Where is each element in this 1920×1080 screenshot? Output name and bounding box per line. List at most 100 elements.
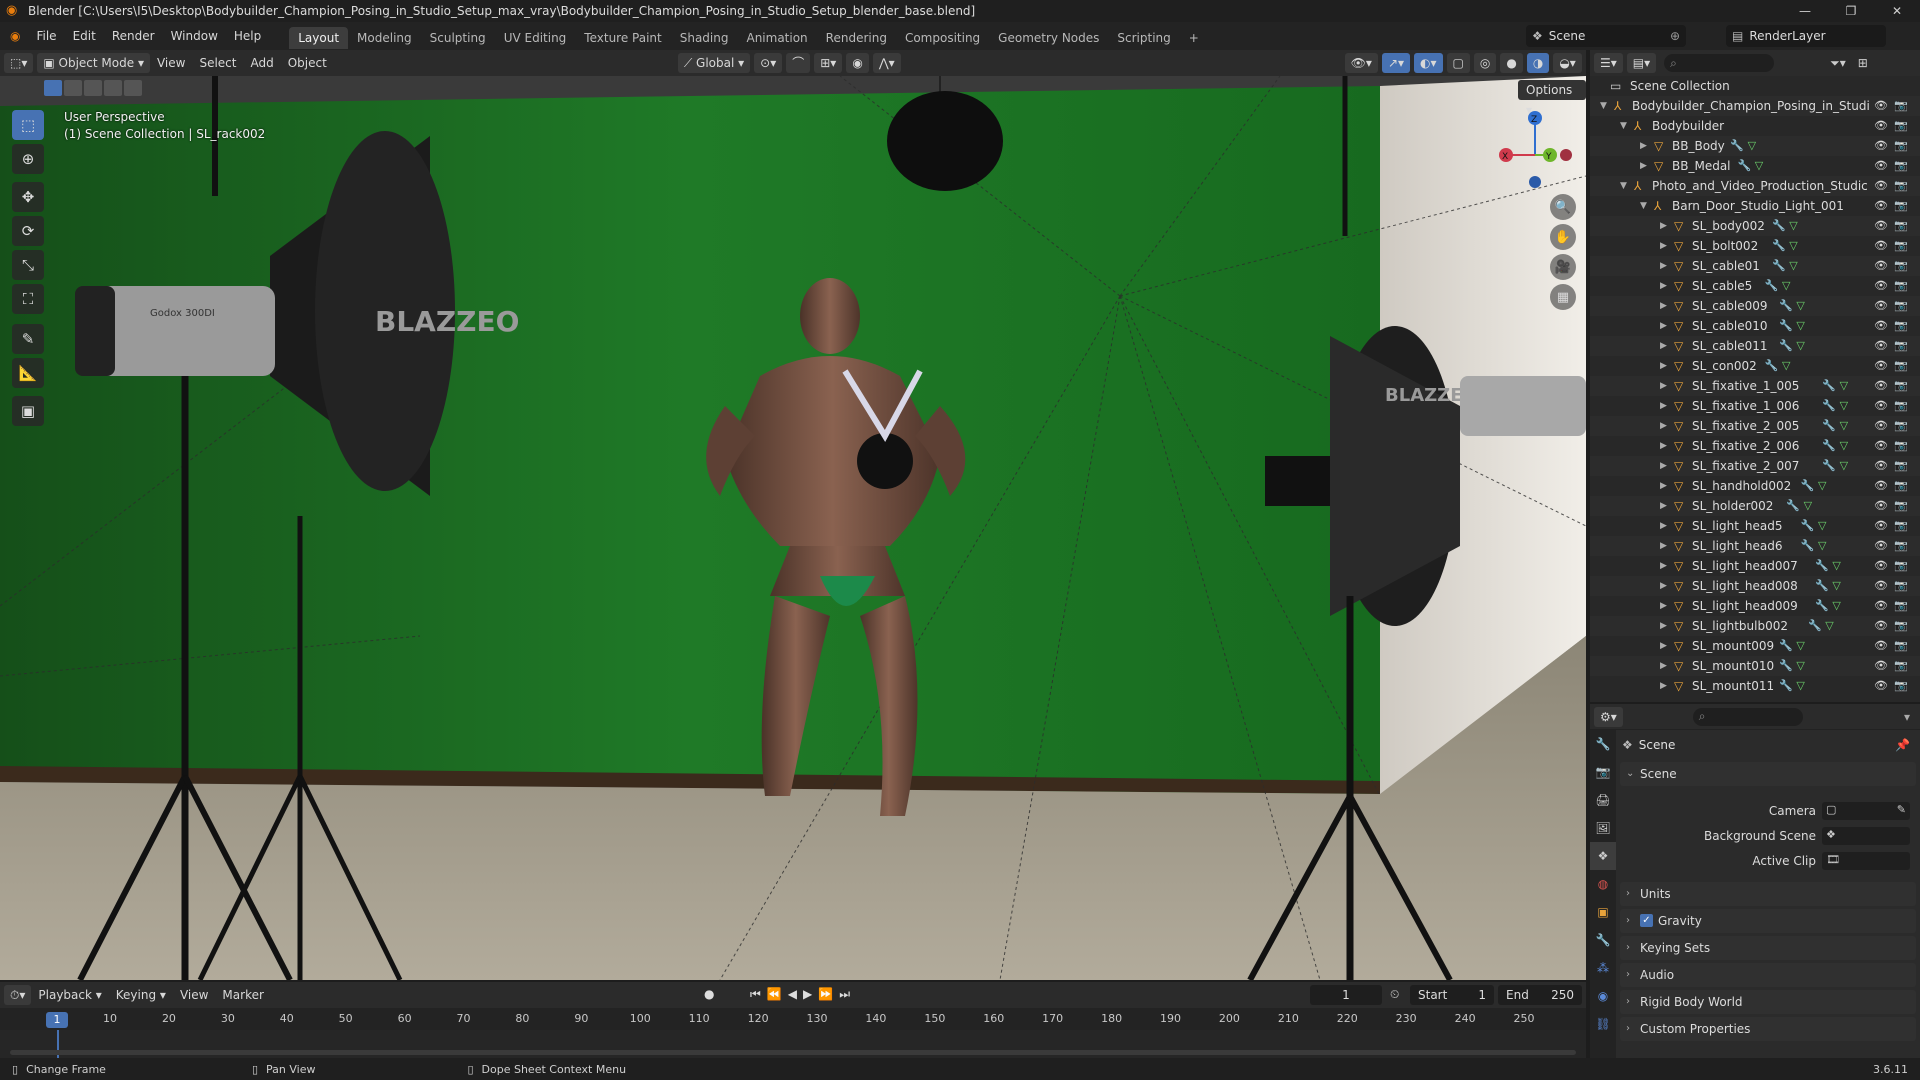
outliner-item[interactable]: ▶ ▽ SL_con002 🔧 ▽ 👁 📷: [1590, 356, 1920, 376]
properties-options-icon[interactable]: ▾: [1904, 710, 1910, 724]
falloff-icon[interactable]: ⋀▾: [872, 53, 901, 73]
expand-arrow-icon[interactable]: ▶: [1660, 496, 1667, 516]
tab-animation[interactable]: Animation: [737, 27, 816, 49]
tab-rendering[interactable]: Rendering: [817, 27, 896, 49]
modifier-wrench-icon[interactable]: 🔧: [1822, 439, 1836, 452]
render-visibility-icon[interactable]: 📷: [1894, 156, 1908, 176]
display-mode-icon[interactable]: ▤▾: [1626, 53, 1657, 73]
scale-tool-icon[interactable]: ⤡: [12, 250, 44, 280]
render-visibility-icon[interactable]: 📷: [1894, 516, 1908, 536]
play-icon[interactable]: ▶: [803, 987, 818, 1001]
constraints-tab-icon[interactable]: ⛓: [1590, 1010, 1616, 1038]
expand-arrow-icon[interactable]: ▶: [1660, 336, 1667, 356]
modifier-wrench-icon[interactable]: 🔧: [1822, 379, 1836, 392]
maximize-icon[interactable]: ❐: [1828, 0, 1874, 22]
modifier-tab-icon[interactable]: 🔧: [1590, 926, 1616, 954]
menu-file[interactable]: File: [28, 22, 64, 50]
expand-arrow-icon[interactable]: ▶: [1640, 156, 1647, 176]
material-shading-icon[interactable]: ◑: [1526, 53, 1550, 73]
visibility-eye-icon[interactable]: 👁: [1874, 536, 1888, 556]
visibility-eye-icon[interactable]: 👁: [1874, 496, 1888, 516]
outliner-item[interactable]: ▶ ▽ SL_cable011 🔧 ▽ 👁 📷: [1590, 336, 1920, 356]
visibility-eye-icon[interactable]: 👁: [1874, 656, 1888, 676]
expand-arrow-icon[interactable]: ▶: [1660, 376, 1667, 396]
measure-tool-icon[interactable]: 📐: [12, 358, 44, 388]
visibility-eye-icon[interactable]: 👁: [1874, 596, 1888, 616]
start-frame-field[interactable]: Start 1: [1410, 985, 1494, 1005]
render-tab-icon[interactable]: 📷: [1590, 758, 1616, 786]
scene-section-header[interactable]: ⌄ Scene: [1620, 762, 1916, 786]
tab-layout[interactable]: Layout: [289, 26, 349, 49]
tab-shading[interactable]: Shading: [671, 27, 738, 49]
menu-view[interactable]: View: [150, 50, 192, 76]
outliner-item[interactable]: ▼ ⅄ Barn_Door_Studio_Light_001 👁 📷: [1590, 196, 1920, 216]
menu-marker[interactable]: Marker: [215, 982, 270, 1008]
mesh-data-icon[interactable]: ▽: [1840, 399, 1848, 412]
mesh-data-icon[interactable]: ▽: [1755, 159, 1763, 172]
mesh-data-icon[interactable]: ▽: [1789, 219, 1797, 232]
expand-arrow-icon[interactable]: ▶: [1660, 656, 1667, 676]
tab-scripting[interactable]: Scripting: [1108, 27, 1179, 49]
world-tab-icon[interactable]: ◍: [1590, 870, 1616, 898]
expand-arrow-icon[interactable]: ▶: [1660, 636, 1667, 656]
outliner-item[interactable]: ▶ ▽ SL_lightbulb002 🔧 ▽ 👁 📷: [1590, 616, 1920, 636]
expand-arrow-icon[interactable]: ▶: [1660, 296, 1667, 316]
move-tool-icon[interactable]: ✥: [12, 182, 44, 212]
modifier-wrench-icon[interactable]: 🔧: [1765, 279, 1779, 292]
modifier-wrench-icon[interactable]: 🔧: [1772, 259, 1786, 272]
mesh-data-icon[interactable]: ▽: [1840, 439, 1848, 452]
overlay-toggle-icon[interactable]: ◐▾: [1414, 53, 1443, 73]
render-visibility-icon[interactable]: 📷: [1894, 616, 1908, 636]
render-visibility-icon[interactable]: 📷: [1894, 376, 1908, 396]
modifier-wrench-icon[interactable]: 🔧: [1779, 339, 1793, 352]
expand-arrow-icon[interactable]: ▶: [1660, 396, 1667, 416]
visibility-eye-icon[interactable]: 👁: [1874, 636, 1888, 656]
select-invert-icon[interactable]: [104, 80, 122, 96]
outliner-item[interactable]: ▶ ▽ SL_fixative_2_006 🔧 ▽ 👁 📷: [1590, 436, 1920, 456]
outliner-item[interactable]: ▶ ▽ SL_cable010 🔧 ▽ 👁 📷: [1590, 316, 1920, 336]
menu-add[interactable]: Add: [243, 50, 280, 76]
outliner-item[interactable]: ▼ ⅄ Photo_and_Video_Production_Studic 👁 📷: [1590, 176, 1920, 196]
select-extend-icon[interactable]: [64, 80, 82, 96]
visibility-eye-icon[interactable]: 👁: [1874, 516, 1888, 536]
expand-arrow-icon[interactable]: ▶: [1660, 596, 1667, 616]
outliner-item[interactable]: ▶ ▽ SL_fixative_2_007 🔧 ▽ 👁 📷: [1590, 456, 1920, 476]
expand-arrow-icon[interactable]: ▶: [1660, 476, 1667, 496]
outliner-item[interactable]: ▶ ▽ SL_handhold002 🔧 ▽ 👁 📷: [1590, 476, 1920, 496]
mesh-data-icon[interactable]: ▽: [1782, 279, 1790, 292]
outliner-item[interactable]: ▶ ▽ SL_cable009 🔧 ▽ 👁 📷: [1590, 296, 1920, 316]
cursor-tool-icon[interactable]: ⊕: [12, 144, 44, 174]
outliner-item[interactable]: ▶ ▽ SL_holder002 🔧 ▽ 👁 📷: [1590, 496, 1920, 516]
annotate-tool-icon[interactable]: ✎: [12, 324, 44, 354]
active-clip-field[interactable]: 🎞: [1822, 852, 1910, 870]
expand-arrow-icon[interactable]: ▶: [1660, 216, 1667, 236]
menu-keying[interactable]: Keying ▾: [109, 982, 173, 1008]
mesh-data-icon[interactable]: ▽: [1818, 539, 1826, 552]
render-visibility-icon[interactable]: 📷: [1894, 396, 1908, 416]
play-reverse-icon[interactable]: ◀: [788, 987, 803, 1001]
expand-arrow-icon[interactable]: ▶: [1660, 316, 1667, 336]
render-visibility-icon[interactable]: 📷: [1894, 496, 1908, 516]
modifier-wrench-icon[interactable]: 🔧: [1786, 499, 1800, 512]
expand-arrow-icon[interactable]: ▶: [1660, 576, 1667, 596]
modifier-wrench-icon[interactable]: 🔧: [1822, 459, 1836, 472]
modifier-wrench-icon[interactable]: 🔧: [1822, 419, 1836, 432]
outliner-search-input[interactable]: ⌕: [1664, 54, 1775, 72]
menu-playback[interactable]: Playback ▾: [31, 982, 108, 1008]
tab-geometry-nodes[interactable]: Geometry Nodes: [989, 27, 1108, 49]
add-workspace-icon[interactable]: +: [1180, 27, 1208, 49]
modifier-wrench-icon[interactable]: 🔧: [1801, 519, 1815, 532]
menu-window[interactable]: Window: [163, 22, 226, 50]
outliner-item[interactable]: ▶ ▽ SL_fixative_1_006 🔧 ▽ 👁 📷: [1590, 396, 1920, 416]
outliner-item[interactable]: ▶ ▽ SL_light_head5 🔧 ▽ 👁 📷: [1590, 516, 1920, 536]
render-visibility-icon[interactable]: 📷: [1894, 136, 1908, 156]
collapse-arrow-icon[interactable]: ▼: [1640, 196, 1647, 216]
visibility-eye-icon[interactable]: 👁: [1874, 276, 1888, 296]
outliner-root[interactable]: ▭ Scene Collection: [1590, 76, 1920, 96]
render-visibility-icon[interactable]: 📷: [1894, 196, 1908, 216]
jump-end-icon[interactable]: ⏭: [839, 987, 856, 1001]
scene-tab-icon[interactable]: ❖: [1590, 842, 1616, 870]
mesh-data-icon[interactable]: ▽: [1748, 139, 1756, 152]
visibility-eye-icon[interactable]: 👁: [1874, 576, 1888, 596]
snap-target-icon[interactable]: ⊞▾: [814, 53, 843, 73]
